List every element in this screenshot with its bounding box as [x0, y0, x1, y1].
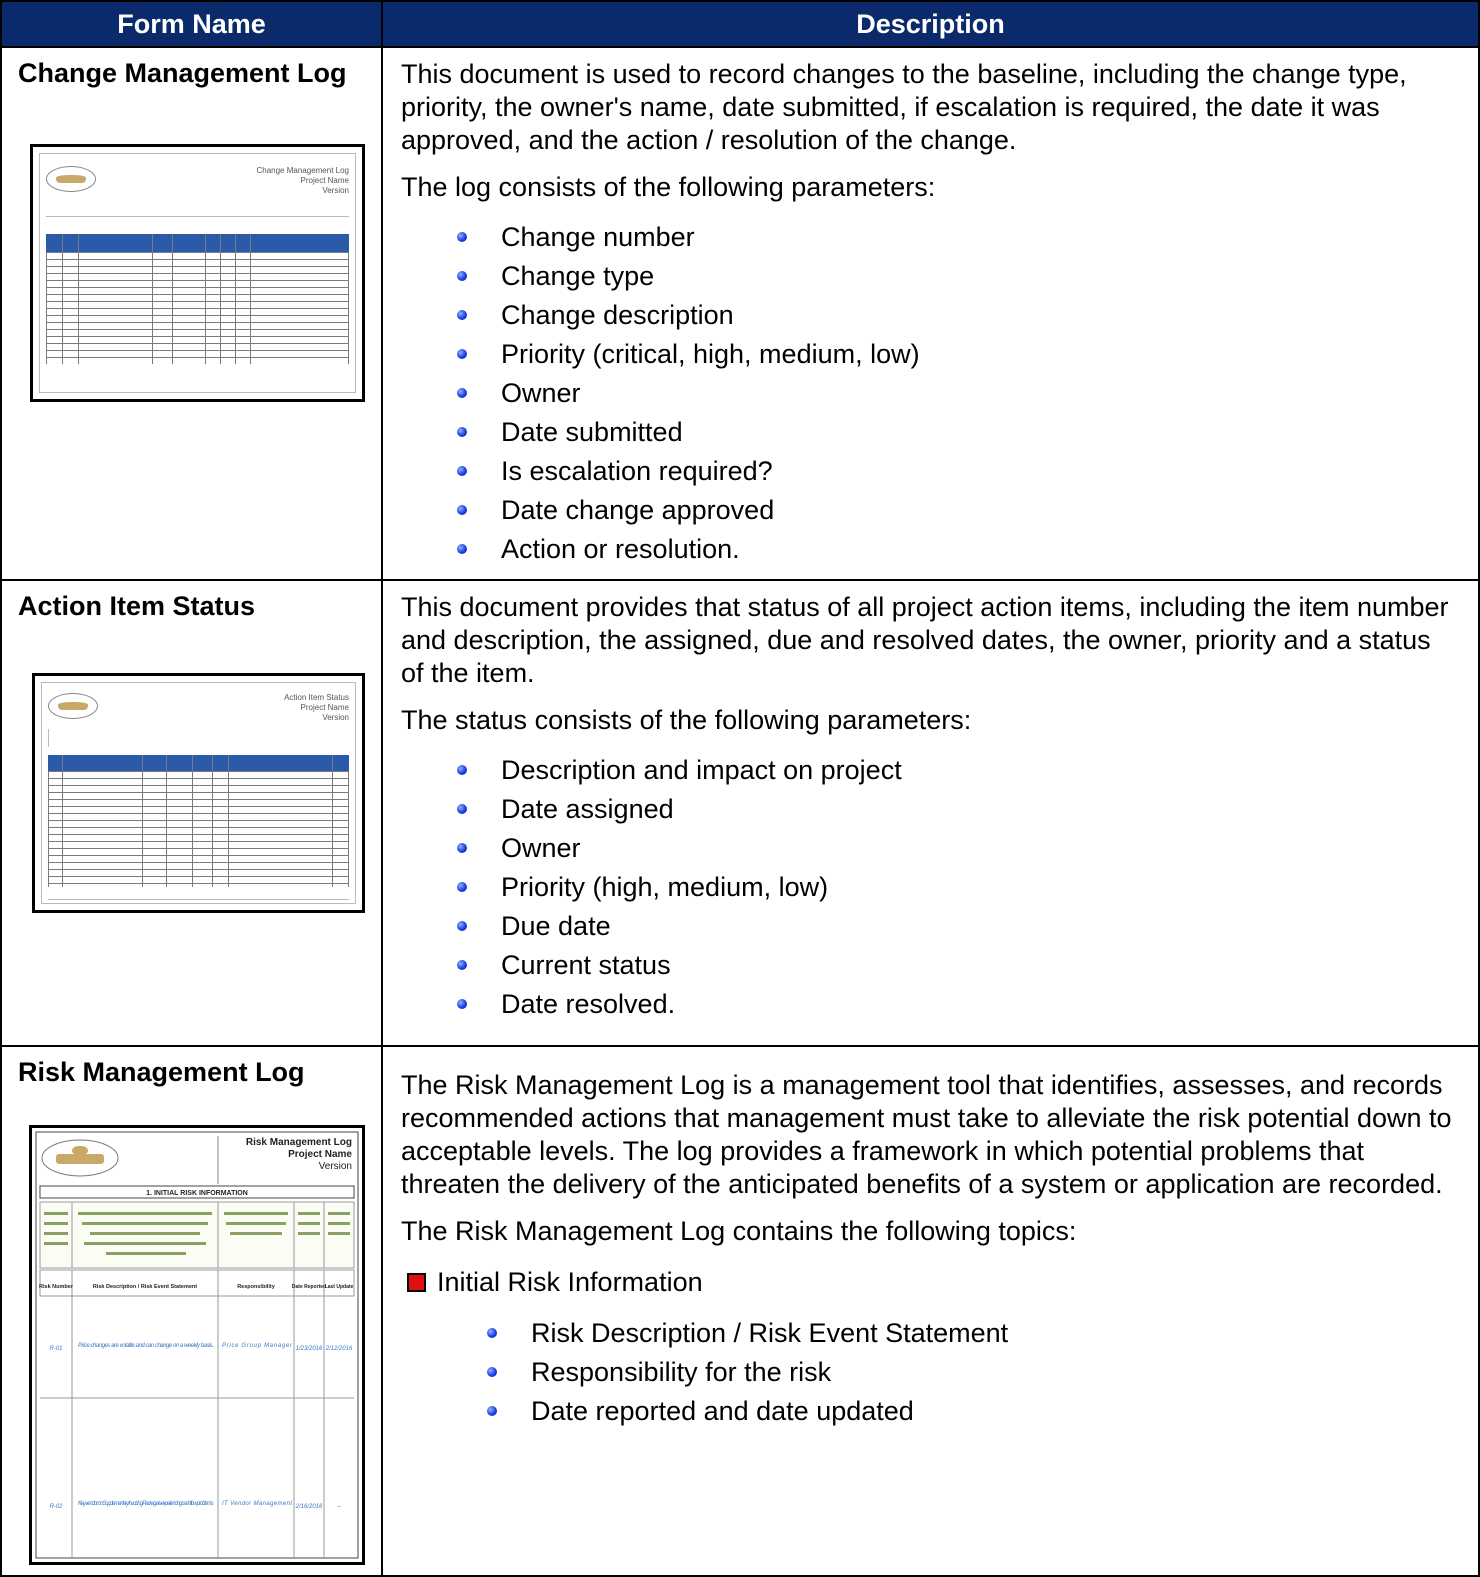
parameter-list: Change number Change type Change descrip…: [457, 218, 1460, 569]
square-bullet-icon: [407, 1273, 426, 1292]
svg-text:Responsibility: Responsibility: [237, 1284, 276, 1290]
list-item: Description and impact on project: [457, 751, 1460, 790]
svg-text:Key vendor on Supplementary In: Key vendor on Supplementary Invoicing Pa…: [78, 1501, 214, 1507]
svg-text:1. INITIAL RISK INFORMATION: 1. INITIAL RISK INFORMATION: [146, 1190, 248, 1197]
svg-text:Date Reported: Date Reported: [292, 1284, 326, 1290]
svg-text:Risk Description / Risk Event: Risk Description / Risk Event Statement: [93, 1284, 197, 1290]
form-thumbnail: Action Item Status Project Name Version: [32, 673, 365, 913]
list-item: Date submitted: [457, 413, 1460, 452]
svg-text:Last Update: Last Update: [325, 1284, 354, 1290]
topic-sublist: Risk Description / Risk Event Statement …: [487, 1314, 1460, 1431]
list-item: Action or resolution.: [457, 530, 1460, 569]
description-cell: This document provides that status of al…: [381, 579, 1480, 1047]
svg-text:1/23/2016: 1/23/2016: [296, 1346, 323, 1352]
list-item: Priority (high, medium, low): [457, 868, 1460, 907]
svg-text:R-02: R-02: [49, 1504, 63, 1510]
list-item: Current status: [457, 946, 1460, 985]
bullet-icon: [457, 843, 467, 853]
form-name-cell: Action Item Status Action Item Status Pr…: [0, 579, 383, 1047]
bullet-icon: [457, 466, 467, 476]
table-row: Change Management Log Change Management …: [0, 46, 1480, 581]
bullet-icon: [457, 310, 467, 320]
parameters-lead: The log consists of the following parame…: [401, 172, 936, 202]
svg-text:Risk Number: Risk Number: [39, 1284, 74, 1290]
list-item: Date assigned: [457, 790, 1460, 829]
bullet-icon: [457, 544, 467, 554]
bullet-icon: [457, 882, 467, 892]
thumbnail-title: Change Management Log Project Name Versi…: [256, 166, 349, 195]
svg-text:2/12/2016: 2/12/2016: [325, 1346, 353, 1352]
list-item: Risk Description / Risk Event Statement: [487, 1314, 1460, 1353]
description-cell: This document is used to record changes …: [381, 46, 1480, 581]
bullet-icon: [457, 765, 467, 775]
list-item: Change type: [457, 257, 1460, 296]
description-text: This document provides that status of al…: [401, 592, 1449, 688]
description-text: This document is used to record changes …: [401, 59, 1407, 155]
bullet-icon: [457, 427, 467, 437]
list-item: Owner: [457, 374, 1460, 413]
bullet-icon: [457, 505, 467, 515]
parameters-lead: The status consists of the following par…: [401, 705, 972, 735]
list-item: Priority (critical, high, medium, low): [457, 335, 1460, 374]
svg-text:IT Vendor Management: IT Vendor Management: [222, 1501, 292, 1507]
list-item: Is escalation required?: [457, 452, 1460, 491]
form-name-cell: Change Management Log Change Management …: [0, 46, 383, 581]
list-item: Due date: [457, 907, 1460, 946]
forms-table: Form Name Description Change Management …: [0, 0, 1480, 1577]
svg-text:R-01: R-01: [49, 1346, 62, 1352]
bullet-icon: [457, 804, 467, 814]
bullet-icon: [457, 921, 467, 931]
svg-text:2/16/2016: 2/16/2016: [295, 1504, 323, 1510]
form-name: Change Management Log: [18, 58, 347, 88]
svg-text:Version: Version: [319, 1161, 352, 1172]
topics-lead: The Risk Management Log contains the fol…: [401, 1216, 1077, 1246]
list-item: Date resolved.: [457, 985, 1460, 1024]
table-row: Action Item Status Action Item Status Pr…: [0, 579, 1480, 1047]
list-item: Date change approved: [457, 491, 1460, 530]
header-description: Description: [381, 0, 1480, 48]
bullet-icon: [457, 349, 467, 359]
bullet-icon: [457, 388, 467, 398]
parameter-list: Description and impact on project Date a…: [457, 751, 1460, 1024]
list-item: Owner: [457, 829, 1460, 868]
header-form-name: Form Name: [0, 0, 383, 48]
bullet-icon: [457, 232, 467, 242]
svg-text:--: --: [337, 1504, 341, 1510]
description-cell: The Risk Management Log is a management …: [381, 1045, 1480, 1577]
risk-log-preview: Risk Management Log Project Name Version…: [35, 1131, 359, 1559]
list-item: Date reported and date updated: [487, 1392, 1460, 1431]
bullet-icon: [487, 1406, 497, 1416]
form-name: Risk Management Log: [18, 1057, 305, 1087]
bullet-icon: [457, 960, 467, 970]
bullet-icon: [487, 1328, 497, 1338]
form-thumbnail: Risk Management Log Project Name Version…: [29, 1125, 365, 1565]
topic-item: Initial Risk Information: [407, 1262, 1460, 1302]
bullet-icon: [457, 999, 467, 1009]
form-name: Action Item Status: [18, 591, 256, 621]
table-row: Risk Management Log Risk Management Log …: [0, 1045, 1480, 1577]
list-item: Change number: [457, 218, 1460, 257]
bullet-icon: [457, 271, 467, 281]
list-item: Responsibility for the risk: [487, 1353, 1460, 1392]
list-item: Change description: [457, 296, 1460, 335]
svg-text:Price changes are volatile and: Price changes are volatile and can chang…: [78, 1343, 214, 1349]
thumbnail-title: Risk Management Log: [246, 1137, 352, 1148]
form-name-cell: Risk Management Log Risk Management Log …: [0, 1045, 383, 1577]
description-text: The Risk Management Log is a management …: [401, 1070, 1452, 1199]
bullet-icon: [487, 1367, 497, 1377]
form-thumbnail: Change Management Log Project Name Versi…: [30, 144, 365, 402]
table-header-row: Form Name Description: [0, 0, 1480, 48]
svg-text:Project Name: Project Name: [288, 1149, 352, 1160]
logo-icon: [48, 693, 98, 719]
thumbnail-title: Action Item Status Project Name Version: [284, 693, 349, 722]
logo-icon: [46, 166, 96, 192]
svg-text:Price Group Manager: Price Group Manager: [222, 1343, 293, 1349]
